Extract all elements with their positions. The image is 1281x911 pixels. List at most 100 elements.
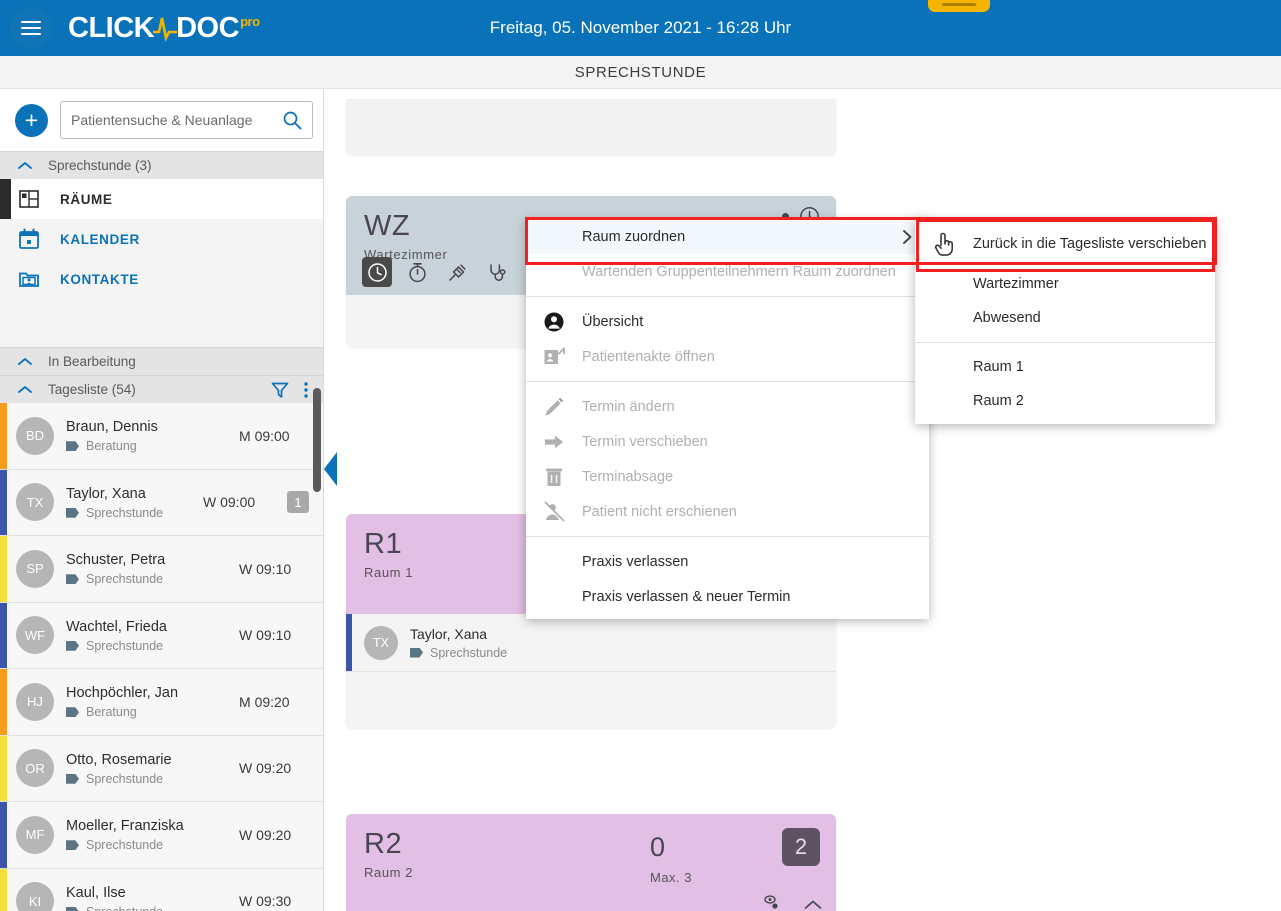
add-patient-button[interactable]: +: [15, 103, 48, 137]
top-app-bar: CLICK DOC pro: [0, 0, 1281, 56]
room-card-raum-2[interactable]: R2 Raum 2 0 Max. 3 2: [346, 814, 836, 911]
search-input[interactable]: [71, 112, 282, 128]
sidebar-nav: RÄUME KALENDER KONTAKTE: [0, 179, 323, 347]
stethoscope-icon[interactable]: [482, 257, 512, 287]
submenu-item-zurueck-tagesliste[interactable]: Zurück in die Tagesliste verschieben: [915, 227, 1215, 261]
patient-time: W 09:20: [239, 760, 292, 777]
sidebar-item-kontakte[interactable]: KONTAKTE: [0, 259, 323, 299]
section-header-tagesliste[interactable]: Tagesliste (54): [0, 375, 323, 403]
sidebar-item-label: KALENDER: [60, 231, 140, 247]
section-header-in-bearbeitung[interactable]: In Bearbeitung: [0, 347, 323, 375]
trash-icon: [526, 466, 582, 488]
brand-suffix: DOC: [176, 11, 240, 44]
filter-icon[interactable]: [271, 381, 289, 399]
patient-tag: Sprechstunde: [66, 572, 239, 586]
sidebar-scrollbar-thumb[interactable]: [313, 388, 321, 492]
avatar: SP: [16, 549, 54, 588]
view-patient-icon[interactable]: [762, 894, 786, 911]
section-header-sprechstunde[interactable]: Sprechstunde (3): [0, 151, 323, 179]
status-color-bar: [0, 403, 7, 469]
room-number-badge: 2: [782, 828, 820, 866]
patient-info: Schuster, Petra Sprechstunde: [66, 551, 239, 586]
hamburger-menu-icon[interactable]: [10, 7, 52, 49]
top-yellow-tab[interactable]: [928, 0, 990, 12]
patient-info: Kaul, Ilse Sprechstunde: [66, 884, 239, 911]
list-item[interactable]: WF Wachtel, Frieda Sprechstunde W 09:10: [0, 602, 323, 669]
sidebar-collapse-handle[interactable]: [324, 452, 338, 486]
patient-tag: Beratung: [66, 439, 239, 453]
submenu-item-raum-2[interactable]: Raum 2: [915, 384, 1215, 418]
sidebar-item-raeume[interactable]: RÄUME: [0, 179, 323, 219]
chevron-up-icon[interactable]: [18, 161, 32, 170]
search-box[interactable]: [60, 101, 313, 139]
list-item[interactable]: HJ Hochpöchler, Jan Beratung M 09:20: [0, 669, 323, 736]
menu-separator: [526, 536, 929, 537]
room-card-body: [346, 672, 836, 728]
menu-item-praxis-verlassen-neuer-termin[interactable]: Praxis verlassen & neuer Termin: [526, 579, 929, 614]
status-badge: 1: [287, 491, 309, 514]
submenu-item-raum-1[interactable]: Raum 1: [915, 350, 1215, 384]
avatar: MF: [16, 815, 54, 854]
list-item[interactable]: MF Moeller, Franziska Sprechstunde W 09:…: [0, 802, 323, 869]
status-color-bar: [0, 536, 7, 602]
room-toolbar: [362, 257, 512, 287]
more-vertical-icon[interactable]: [303, 381, 309, 399]
patient-tag-label: Beratung: [86, 705, 137, 720]
menu-item-label: Praxis verlassen: [582, 553, 689, 570]
list-item[interactable]: OR Otto, Rosemarie Sprechstunde W 09:20: [0, 735, 323, 802]
patient-tag-label: Sprechstunde: [86, 771, 164, 786]
room-occupant-row[interactable]: TX Taylor, Xana Sprechstunde: [346, 614, 836, 672]
patient-list: BD Braun, Dennis Beratung M 09:00 TX Tay…: [0, 403, 323, 911]
chevron-up-icon[interactable]: [18, 385, 32, 394]
tag-icon: [66, 773, 79, 784]
list-item[interactable]: TX Taylor, Xana Sprechstunde W 09:00 1: [0, 469, 323, 536]
patient-tag-label: Beratung: [86, 439, 137, 454]
menu-item-raum-zuordnen[interactable]: Raum zuordnen: [526, 219, 929, 254]
menu-item-label: Wartenden Gruppenteilnehmern Raum zuordn…: [582, 263, 896, 280]
patient-info: Moeller, Franziska Sprechstunde: [66, 817, 239, 852]
tag-icon: [66, 640, 79, 651]
avatar: TX: [16, 483, 54, 522]
submenu-item-label: Raum 1: [973, 359, 1024, 375]
menu-separator: [526, 381, 929, 382]
stopwatch-icon[interactable]: [402, 257, 432, 287]
chevron-right-icon: [902, 229, 913, 245]
occupant-tag-label: Sprechstunde: [430, 645, 508, 660]
section-label: In Bearbeitung: [48, 354, 136, 369]
submenu-item-wartezimmer[interactable]: Wartezimmer: [915, 267, 1215, 301]
search-icon[interactable]: [282, 110, 302, 130]
tag-icon: [410, 647, 423, 658]
menu-item-uebersicht[interactable]: Übersicht: [526, 304, 929, 339]
avatar: KI: [16, 882, 54, 911]
clock-icon[interactable]: [362, 257, 392, 287]
list-item[interactable]: BD Braun, Dennis Beratung M 09:00: [0, 403, 323, 470]
room-card-partial[interactable]: [346, 99, 836, 155]
sidebar-item-kalender[interactable]: KALENDER: [0, 219, 323, 259]
patient-info: Braun, Dennis Beratung: [66, 418, 239, 453]
patient-tag-label: Sprechstunde: [86, 838, 164, 853]
tag-icon: [66, 707, 79, 718]
patient-info: Otto, Rosemarie Sprechstunde: [66, 751, 239, 786]
patient-tag: Sprechstunde: [66, 905, 239, 911]
chevron-up-icon[interactable]: [804, 899, 822, 911]
chevron-up-icon[interactable]: [18, 357, 32, 366]
menu-item-praxis-verlassen[interactable]: Praxis verlassen: [526, 544, 929, 579]
menu-item-label: Raum zuordnen: [582, 228, 686, 245]
patient-tag-label: Sprechstunde: [86, 572, 164, 587]
tag-icon: [66, 906, 79, 911]
list-item[interactable]: KI Kaul, Ilse Sprechstunde W 09:30: [0, 868, 323, 911]
menu-item-terminabsage: Terminabsage: [526, 459, 929, 494]
tag-icon: [66, 441, 79, 452]
room-code: R2: [364, 828, 403, 860]
avatar: WF: [16, 616, 54, 655]
submenu-item-abwesend[interactable]: Abwesend: [915, 301, 1215, 335]
patient-time: W 09:00: [203, 494, 256, 511]
patient-tag: Sprechstunde: [66, 772, 239, 786]
patient-time: W 09:10: [239, 627, 292, 644]
room-occupancy-count: 0: [650, 832, 666, 862]
syringe-icon[interactable]: [442, 257, 472, 287]
avatar: TX: [364, 625, 398, 660]
list-item[interactable]: SP Schuster, Petra Sprechstunde W 09:10: [0, 536, 323, 603]
menu-item-label: Praxis verlassen & neuer Termin: [582, 588, 791, 605]
patient-name: Hochpöchler, Jan: [66, 685, 179, 702]
